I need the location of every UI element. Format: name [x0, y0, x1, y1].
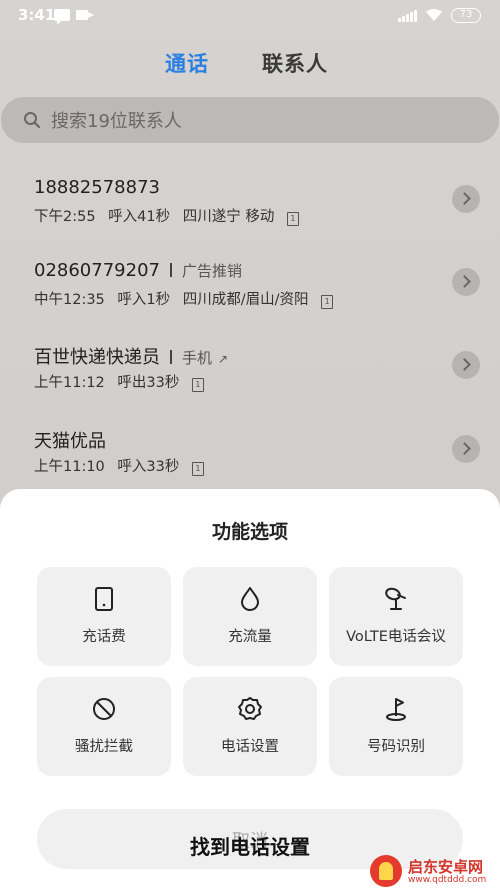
option-number-recognition[interactable]: 号码识别	[329, 677, 463, 776]
details-chevron-icon[interactable]	[452, 185, 480, 213]
option-label: VoLTE电话会议	[346, 629, 446, 645]
sheet-title: 功能选项	[211, 521, 288, 543]
watermark-url: www.qdtddd.com	[408, 875, 487, 885]
sim-icon: 1	[321, 295, 334, 309]
droplet-icon	[241, 587, 259, 611]
option-label: 充话费	[82, 629, 126, 645]
call-duration: 呼入41秒	[108, 209, 171, 225]
search-icon	[24, 112, 40, 128]
flag-icon	[386, 698, 406, 721]
option-recharge-data[interactable]: 充流量	[183, 567, 317, 666]
call-tag: 手机	[182, 349, 213, 367]
screen: 3:41 73 通话 联系人 18882578873 下午2:55 呼入41秒 …	[0, 0, 500, 889]
call-item[interactable]: 百世快递快递员 手机 ↗ 上午11:12 呼出33秒 1	[0, 343, 500, 427]
option-label: 充流量	[228, 629, 272, 645]
call-location: 四川成都/眉山/资阳	[182, 292, 309, 308]
call-detail: 下午2:55 呼入41秒 四川遂宁 移动 1	[34, 205, 299, 226]
sim-icon: 1	[286, 212, 299, 226]
tab-calls[interactable]: 通话	[165, 48, 209, 78]
tab-bar: 通话 联系人	[0, 48, 500, 84]
call-detail: 上午11:12 呼出33秒 1	[34, 371, 204, 392]
outgoing-arrow-icon: ↗	[218, 352, 229, 366]
tab-contacts[interactable]: 联系人	[262, 48, 328, 78]
search-input[interactable]	[49, 105, 473, 137]
call-duration: 呼入33秒	[117, 459, 180, 475]
call-tag: 广告推销	[181, 262, 242, 280]
separator	[169, 263, 172, 277]
watermark: 启东安卓网 www.qdtddd.com	[370, 855, 500, 889]
details-chevron-icon[interactable]	[452, 268, 480, 296]
option-harassment-block[interactable]: 骚扰拦截	[37, 677, 171, 776]
call-item[interactable]: 02860779207 广告推销 中午12:35 呼入1秒 四川成都/眉山/资阳 …	[0, 260, 500, 344]
call-item[interactable]: 18882578873 下午2:55 呼入41秒 四川遂宁 移动 1	[0, 177, 500, 261]
message-icon	[54, 9, 70, 25]
call-detail: 中午12:35 呼入1秒 四川成都/眉山/资阳 1	[34, 288, 334, 309]
details-chevron-icon[interactable]	[452, 435, 480, 463]
option-label: 号码识别	[367, 739, 425, 755]
separator	[170, 350, 172, 364]
video-icon	[76, 10, 94, 20]
tablet-icon	[95, 587, 113, 611]
gear-icon	[238, 697, 262, 720]
details-chevron-icon[interactable]	[452, 351, 480, 379]
search-bar[interactable]	[1, 97, 499, 143]
status-time: 3:41	[18, 6, 56, 24]
call-name: 02860779207	[34, 260, 160, 281]
call-detail: 上午11:10 呼入33秒 1	[34, 455, 204, 476]
sim-icon: 1	[191, 378, 204, 392]
option-phone-settings[interactable]: 电话设置	[183, 677, 317, 776]
watermark-logo-icon	[370, 855, 402, 887]
option-recharge-balance[interactable]: 充话费	[37, 567, 171, 666]
battery-icon: 73	[451, 8, 481, 23]
satellite-icon	[385, 587, 406, 610]
sim-icon: 1	[191, 462, 204, 476]
watermark-name: 启东安卓网	[408, 858, 484, 876]
call-name: 天猫优品	[34, 431, 106, 452]
option-volte-conference[interactable]: VoLTE电话会议	[329, 567, 463, 666]
status-bar: 3:41 73	[0, 0, 500, 34]
function-options-sheet: 功能选项 充话费 充流量 VoLTE电话会议 骚扰拦截 电话设置 号码识别 取消…	[0, 489, 500, 889]
wifi-icon	[426, 8, 442, 21]
option-label: 电话设置	[221, 739, 279, 755]
block-icon	[93, 698, 115, 720]
call-time: 中午12:35	[34, 292, 105, 308]
call-name: 18882578873	[34, 177, 160, 198]
call-time: 上午11:10	[34, 459, 105, 475]
call-time: 上午11:12	[34, 375, 105, 391]
call-name: 百世快递快递员	[34, 347, 160, 368]
call-time: 下午2:55	[34, 209, 96, 225]
call-duration: 呼入1秒	[117, 292, 171, 308]
option-label: 骚扰拦截	[75, 739, 133, 755]
signal-icon	[398, 8, 418, 22]
call-location: 四川遂宁 移动	[182, 209, 275, 225]
call-duration: 呼出33秒	[117, 375, 180, 391]
